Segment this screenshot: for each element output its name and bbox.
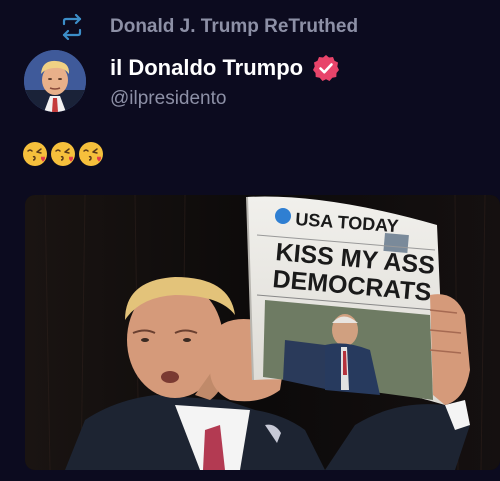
author-name-row: il Donaldo Trumpo bbox=[110, 54, 340, 82]
post-media-image[interactable]: USA TODAY KISS MY ASS DEMOCRATS bbox=[25, 195, 500, 470]
truth-post: Donald J. Trump ReTruthed il Donaldo Tru… bbox=[0, 0, 500, 481]
retruth-label[interactable]: Donald J. Trump ReTruthed bbox=[110, 16, 358, 38]
retruth-icon bbox=[62, 14, 82, 40]
avatar[interactable] bbox=[24, 50, 86, 112]
kissing-face-icon bbox=[23, 142, 47, 166]
author-handle[interactable]: @ilpresidento bbox=[110, 88, 226, 110]
verified-badge-icon bbox=[313, 55, 340, 81]
kissing-face-icon bbox=[51, 142, 75, 166]
post-content bbox=[22, 141, 104, 167]
kissing-face-icon bbox=[79, 142, 103, 166]
display-name[interactable]: il Donaldo Trumpo bbox=[110, 55, 303, 81]
